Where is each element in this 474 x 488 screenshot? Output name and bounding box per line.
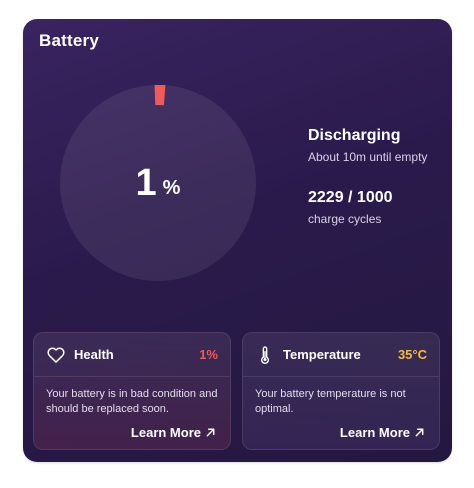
charge-readout: 1 % <box>60 85 256 281</box>
arrow-up-right-icon <box>206 428 215 437</box>
temperature-description: Your battery temperature is not optimal. <box>255 388 406 415</box>
time-remaining: About 10m until empty <box>308 150 428 164</box>
battery-status: Discharging <box>308 127 401 144</box>
health-description: Your battery is in bad condition and sho… <box>46 388 218 415</box>
battery-widget: Battery 1 % Discharging About 10m until … <box>23 19 452 462</box>
arrow-up-right-icon <box>415 428 424 437</box>
battery-gauge: 1 % <box>60 85 256 281</box>
temperature-panel: Temperature 35°C Your battery temperatur… <box>242 332 440 450</box>
cycle-count: 2229 / 1000 <box>308 189 393 206</box>
cycle-count-label: charge cycles <box>308 212 382 226</box>
temperature-learn-more-link[interactable]: Learn More <box>340 425 425 440</box>
health-panel-header: Health 1% <box>34 333 230 377</box>
learn-more-label: Learn More <box>130 425 201 440</box>
temperature-panel-header: Temperature 35°C <box>243 333 439 377</box>
thermometer-icon <box>261 346 269 364</box>
health-learn-more-link[interactable]: Learn More <box>131 425 216 440</box>
charge-value: 1 <box>135 161 158 204</box>
health-value: 1% <box>199 347 218 362</box>
learn-more-label: Learn More <box>339 425 410 440</box>
health-panel: Health 1% Your battery is in bad conditi… <box>33 332 231 450</box>
health-label: Health <box>74 347 114 362</box>
temperature-value: 35°C <box>397 347 427 362</box>
temperature-label: Temperature <box>283 347 361 362</box>
heart-icon <box>47 347 65 363</box>
widget-title: Battery <box>39 31 99 50</box>
charge-unit: % <box>162 176 181 199</box>
